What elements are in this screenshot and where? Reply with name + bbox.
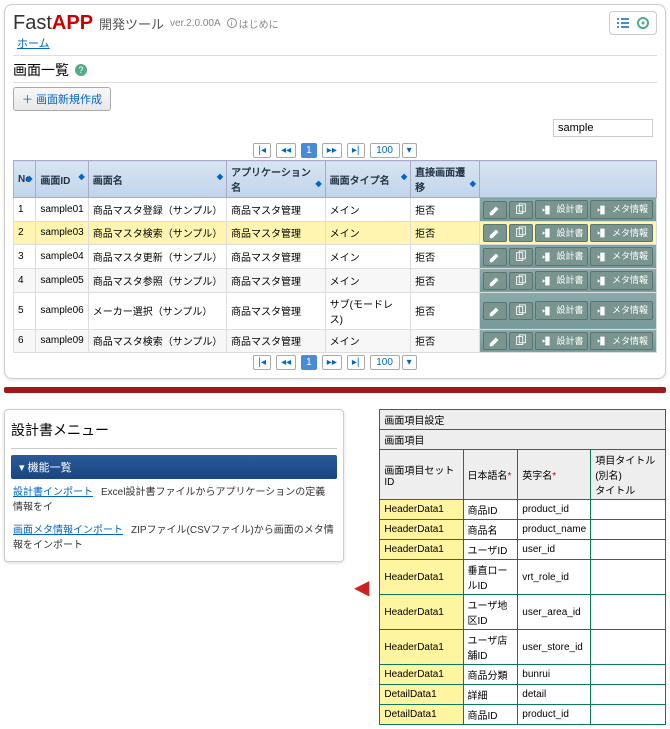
table-row[interactable]: 1sample01商品マスタ登録（サンプル）商品マスタ管理メイン拒否 設計書 メ… (14, 198, 657, 222)
page-size-select[interactable]: 100 (370, 355, 400, 370)
pager-current[interactable]: 1 (301, 355, 317, 370)
menu-link[interactable]: 設計書インポート (13, 487, 93, 498)
pager-next-icon[interactable]: ▸▸ (322, 355, 342, 370)
app-header: FastAPP 開発ツール ver.2.0.00A i はじめに (13, 11, 657, 35)
spec-title2: 画面項目 (380, 430, 666, 450)
section-title: 画面一覧 ? (13, 55, 657, 83)
copy-button[interactable] (509, 248, 533, 266)
pager-first-icon[interactable]: |◂ (253, 355, 271, 370)
spec-row: HeaderData1ユーザ店舗IDuser_store_id (380, 630, 666, 665)
design-doc-button[interactable]: 設計書 (535, 247, 589, 266)
design-doc-button[interactable]: 設計書 (535, 301, 589, 320)
copy-button[interactable] (509, 332, 533, 350)
pager-next-icon[interactable]: ▸▸ (322, 143, 342, 158)
help-icon[interactable]: ? (75, 64, 87, 76)
main-panel: FastAPP 開発ツール ver.2.0.00A i はじめに ホーム 画面一… (4, 4, 666, 379)
dropdown-icon[interactable]: ▾ (402, 355, 417, 370)
design-doc-button[interactable]: 設計書 (535, 224, 589, 243)
meta-info-button[interactable]: メタ情報 (590, 271, 653, 290)
spec-row: HeaderData1垂直ロールIDvrt_role_id (380, 560, 666, 595)
spec-row: HeaderData1ユーザ地区IDuser_area_id (380, 595, 666, 630)
pager-top: |◂ ◂◂ 1 ▸▸ ▸| 100▾ (13, 141, 657, 160)
spec-column-header: 項目タイトル(別名)タイトル (591, 450, 666, 500)
spec-row: HeaderData1商品IDproduct_id (380, 500, 666, 520)
pager-last-icon[interactable]: ▸| (347, 143, 365, 158)
getting-started-link[interactable]: i はじめに (227, 16, 279, 31)
top-icon-group (609, 11, 657, 35)
table-row[interactable]: 4sample05商品マスタ参照（サンプル）商品マスタ管理メイン拒否 設計書 メ… (14, 268, 657, 292)
column-header[interactable]: 画面名◆ (88, 161, 226, 198)
design-doc-button[interactable]: 設計書 (535, 271, 589, 290)
spec-column-header: 画面項目セットID (380, 450, 463, 500)
spec-panel: 画面項目設定 画面項目 画面項目セットID日本語名*英字名*項目タイトル(別名)… (379, 409, 666, 725)
edit-button[interactable] (483, 302, 507, 320)
design-menu-title: 設計書メニュー (11, 416, 337, 449)
pager-current[interactable]: 1 (301, 143, 317, 158)
meta-info-button[interactable]: メタ情報 (590, 224, 653, 243)
home-link[interactable]: ホーム (17, 38, 50, 50)
column-header[interactable]: 画面ID◆ (36, 161, 88, 198)
design-doc-button[interactable]: 設計書 (535, 332, 589, 351)
menu-row: 設計書インポートExcel設計書ファイルからアプリケーションの定義情報をイ (11, 479, 337, 517)
spec-row: DetailData1詳細detail (380, 685, 666, 705)
info-icon: i (227, 18, 237, 28)
edit-button[interactable] (483, 224, 507, 242)
edit-button[interactable] (483, 332, 507, 350)
edit-button[interactable] (483, 272, 507, 290)
pager-prev-icon[interactable]: ◂◂ (276, 143, 296, 158)
meta-info-button[interactable]: メタ情報 (590, 301, 653, 320)
copy-button[interactable] (509, 272, 533, 290)
screen-grid: No◆画面ID◆画面名◆アプリケーション名◆画面タイプ名◆直接画面遷移◆ 1sa… (13, 160, 657, 353)
design-menu-panel: 設計書メニュー ▾ 機能一覧 設計書インポートExcel設計書ファイルからアプリ… (4, 409, 344, 562)
add-screen-button[interactable]: ＋ 画面新規作成 (13, 87, 111, 111)
pager-first-icon[interactable]: |◂ (253, 143, 271, 158)
table-row[interactable]: 2sample03商品マスタ検索（サンプル）商品マスタ管理メイン拒否 設計書 メ… (14, 221, 657, 245)
copy-button[interactable] (509, 224, 533, 242)
gear-icon[interactable] (634, 14, 652, 32)
spec-row: DetailData1商品IDproduct_id (380, 705, 666, 725)
column-header[interactable]: アプリケーション名◆ (227, 161, 326, 198)
dropdown-icon[interactable]: ▾ (402, 143, 417, 158)
pager-last-icon[interactable]: ▸| (347, 355, 365, 370)
copy-button[interactable] (509, 201, 533, 219)
spec-column-header: 英字名* (518, 450, 591, 500)
logo: FastAPP (13, 12, 93, 35)
spec-title1: 画面項目設定 (380, 410, 666, 430)
divider-bar (4, 387, 666, 393)
table-row[interactable]: 3sample04商品マスタ更新（サンプル）商品マスタ管理メイン拒否 設計書 メ… (14, 245, 657, 269)
search-input[interactable] (553, 119, 653, 137)
list-icon[interactable] (614, 14, 632, 32)
table-row[interactable]: 6sample09商品マスタ検索（サンプル）商品マスタ管理メイン拒否 設計書 メ… (14, 329, 657, 353)
design-doc-button[interactable]: 設計書 (535, 200, 589, 219)
spec-table: 画面項目設定 画面項目 画面項目セットID日本語名*英字名*項目タイトル(別名)… (379, 409, 666, 725)
column-header[interactable]: 直接画面遷移◆ (411, 161, 480, 198)
spec-row: HeaderData1ユーザIDuser_id (380, 540, 666, 560)
table-row[interactable]: 5sample06メーカー選択（サンプル）商品マスタ管理サブ(モードレス)拒否 … (14, 292, 657, 329)
copy-button[interactable] (509, 302, 533, 320)
page-size-select[interactable]: 100 (370, 143, 400, 158)
meta-info-button[interactable]: メタ情報 (590, 332, 653, 351)
meta-info-button[interactable]: メタ情報 (590, 200, 653, 219)
app-subtitle: 開発ツール (99, 14, 164, 33)
spec-column-header: 日本語名* (463, 450, 518, 500)
spec-row: HeaderData1商品分類bunrui (380, 665, 666, 685)
pager-bottom: |◂ ◂◂ 1 ▸▸ ▸| 100▾ (13, 353, 657, 372)
menu-link[interactable]: 画面メタ情報インポート (13, 525, 123, 536)
column-header[interactable]: 画面タイプ名◆ (325, 161, 410, 198)
meta-info-button[interactable]: メタ情報 (590, 247, 653, 266)
column-header[interactable]: No◆ (14, 161, 36, 198)
menu-row: 画面メタ情報インポートZIPファイル(CSVファイル)から画面のメタ情報をインポ… (11, 517, 337, 555)
edit-button[interactable] (483, 201, 507, 219)
function-list-bar[interactable]: ▾ 機能一覧 (11, 455, 337, 479)
arrow-left-icon: ◀ (354, 575, 369, 600)
edit-button[interactable] (483, 248, 507, 266)
pager-prev-icon[interactable]: ◂◂ (276, 355, 296, 370)
spec-row: HeaderData1商品名product_name (380, 520, 666, 540)
version-label: ver.2.0.00A (170, 18, 221, 29)
